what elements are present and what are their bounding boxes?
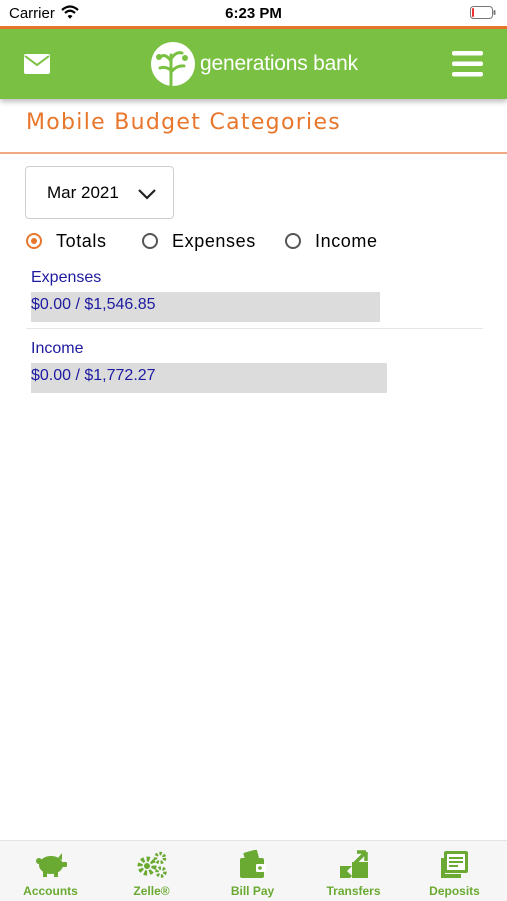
tab-label: Deposits <box>429 884 480 898</box>
page-title: Mobile Budget Categories <box>26 110 342 135</box>
battery-icon <box>470 6 496 19</box>
app-header: generations bank <box>0 29 507 99</box>
category-divider <box>26 328 483 329</box>
piggy-bank-icon <box>35 853 67 877</box>
tab-transfers[interactable]: Transfers <box>303 841 404 901</box>
category-name: Expenses <box>31 269 102 286</box>
radio-label-income: Income <box>315 230 378 251</box>
tab-zelle[interactable]: Zelle® <box>101 841 202 901</box>
radio-selected-icon <box>26 233 42 249</box>
radio-label-totals: Totals <box>56 230 107 251</box>
radio-unselected-icon <box>142 233 158 249</box>
radio-expenses[interactable]: Expenses <box>142 230 256 252</box>
tab-deposits[interactable]: Deposits <box>404 841 505 901</box>
brand-logo: generations bank <box>150 41 358 87</box>
tab-bill-pay[interactable]: Bill Pay <box>202 841 303 901</box>
bottom-tab-bar: Accounts Zelle® Bill Pay Transfers Depos… <box>0 840 507 901</box>
radio-income[interactable]: Income <box>285 230 378 252</box>
title-divider <box>0 152 507 154</box>
radio-totals[interactable]: Totals <box>26 230 107 252</box>
tab-label: Accounts <box>23 884 78 898</box>
chevron-down-icon <box>138 189 156 200</box>
gears-icon <box>137 851 167 878</box>
status-bar: Carrier 6:23 PM <box>0 0 507 26</box>
radio-label-expenses: Expenses <box>172 230 256 251</box>
transfer-arrows-icon <box>339 850 368 878</box>
category-amount: $0.00 / $1,772.27 <box>31 367 156 384</box>
radio-unselected-icon <box>285 233 301 249</box>
category-name: Income <box>31 340 84 357</box>
check-deposit-icon <box>440 851 468 878</box>
month-dropdown[interactable]: Mar 2021 <box>25 166 174 219</box>
brand-name: generations bank <box>200 52 358 75</box>
clock-label: 6:23 PM <box>225 5 282 22</box>
menu-icon[interactable] <box>452 50 483 78</box>
category-amount: $0.00 / $1,546.85 <box>31 296 156 313</box>
wallet-icon <box>239 850 266 878</box>
tab-label: Bill Pay <box>230 884 275 898</box>
month-value: Mar 2021 <box>47 183 119 202</box>
mail-icon[interactable] <box>24 54 50 74</box>
tab-label: Transfers <box>326 884 381 898</box>
tab-label: Zelle® <box>133 884 170 898</box>
tab-accounts[interactable]: Accounts <box>0 841 101 901</box>
tree-logo-icon <box>151 42 195 87</box>
